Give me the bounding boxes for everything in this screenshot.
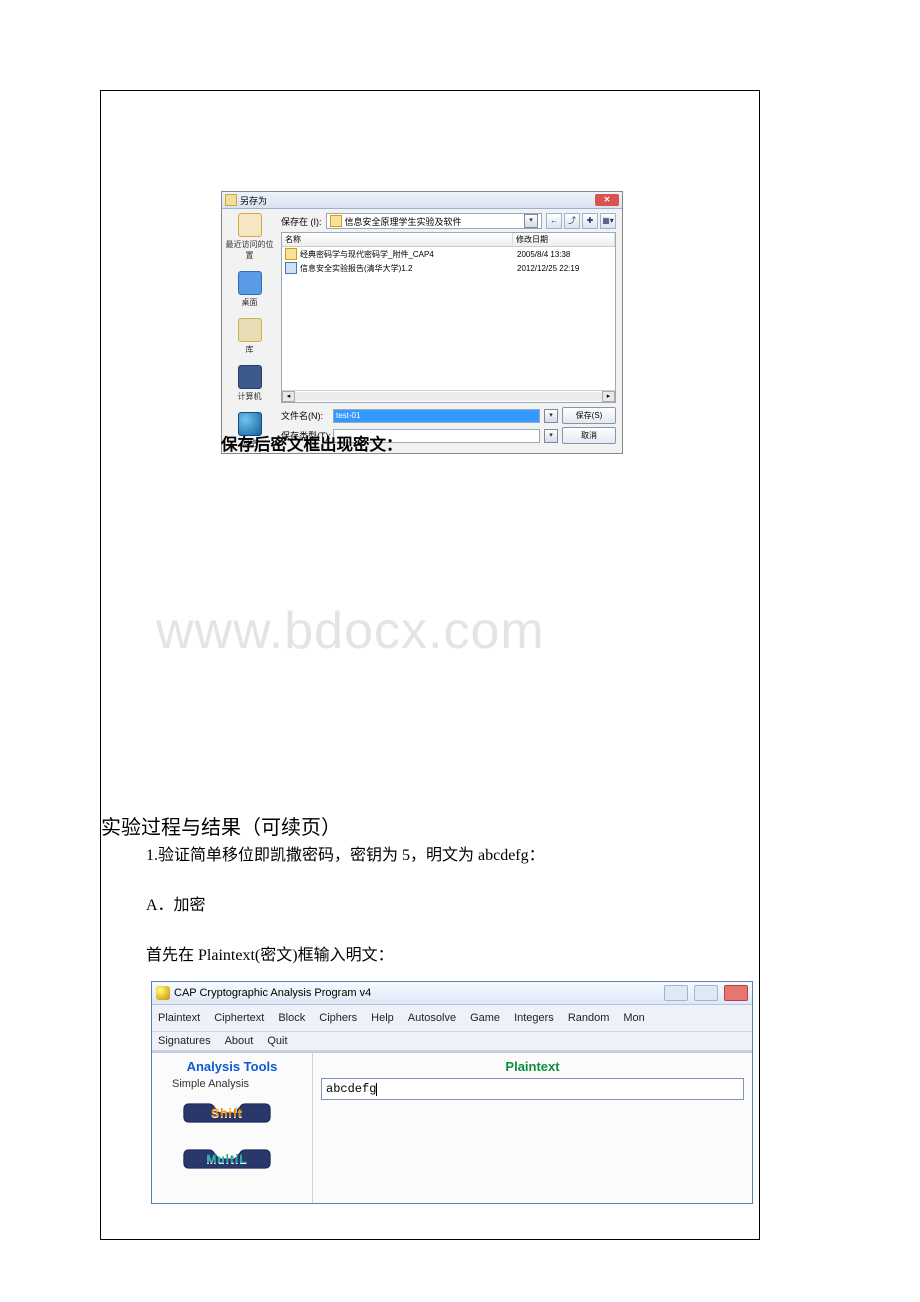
save-button[interactable]: 保存(S) (562, 407, 616, 424)
cap-app-icon (156, 986, 170, 1000)
up-icon[interactable]: ⤴ (564, 213, 580, 229)
p3-a: 首先在 (146, 947, 198, 964)
content-frame: 另存为 ✕ 最近访问的位置 桌面 库 (100, 90, 760, 1240)
save-in-label: 保存在 (I): (281, 215, 322, 228)
p3-b: Plaintext( (198, 947, 260, 964)
filename-input[interactable]: test-01 (333, 409, 540, 423)
place-recent[interactable]: 最近访问的位置 (222, 213, 277, 261)
dialog-titlebar[interactable]: 另存为 ✕ (222, 192, 622, 209)
chevron-down-icon[interactable]: ▾ (524, 214, 538, 228)
app-icon (225, 194, 237, 206)
paragraph-2: A．加密 (146, 891, 206, 915)
chevron-down-icon[interactable]: ▾ (544, 429, 558, 443)
file-date: 2005/8/4 13:38 (517, 250, 612, 259)
dialog-title: 另存为 (240, 194, 267, 207)
paragraph-1: 1.验证简单移位即凯撒密码，密钥为 5，明文为 abcdefg： (146, 841, 545, 865)
menu-random[interactable]: Random (568, 1012, 610, 1024)
computer-icon (238, 365, 262, 389)
chevron-down-icon[interactable]: ▾ (544, 409, 558, 423)
place-computer[interactable]: 计算机 (238, 365, 262, 402)
cancel-button[interactable]: 取消 (562, 427, 616, 444)
place-desktop[interactable]: 桌面 (238, 271, 262, 308)
file-name: 信息安全实验报告(清华大学)1.2 (300, 263, 517, 274)
file-date: 2012/12/25 22:19 (517, 264, 612, 273)
document-icon (285, 262, 297, 274)
scroll-right-icon[interactable]: ▸ (602, 391, 615, 402)
section-title: 实验过程与结果（可续页） (101, 811, 341, 840)
shift-button-label: Shift (182, 1102, 272, 1124)
minimize-icon[interactable] (664, 985, 688, 1001)
save-in-value: 信息安全原理学生实验及软件 (345, 215, 525, 228)
paragraph-3: 首先在 Plaintext(密文)框输入明文： (146, 941, 394, 965)
close-icon[interactable]: ✕ (595, 194, 619, 206)
new-folder-icon[interactable]: ✚ (582, 213, 598, 229)
place-library[interactable]: 库 (238, 318, 262, 355)
views-icon[interactable]: ▦▾ (600, 213, 616, 229)
menu-autosolve[interactable]: Autosolve (408, 1012, 456, 1024)
file-list[interactable]: 名称 修改日期 经典密码学与现代密码学_附件_CAP4 2005/8/4 13:… (281, 232, 616, 403)
p3-d: )框输入明文： (292, 947, 393, 964)
recent-icon (238, 213, 262, 237)
place-label: 最近访问的位置 (222, 239, 277, 261)
analysis-tools-title: Analysis Tools (152, 1053, 312, 1076)
cap-menu-bar-2: Signatures About Quit (152, 1032, 752, 1051)
menu-plaintext[interactable]: Plaintext (158, 1012, 200, 1024)
list-number: 1. (146, 847, 158, 864)
plaintext-title: Plaintext (313, 1053, 752, 1078)
p3-c: 密文 (260, 947, 292, 964)
text-cursor (376, 1083, 377, 1096)
col-date[interactable]: 修改日期 (513, 233, 615, 246)
places-bar: 最近访问的位置 桌面 库 计算机 (222, 209, 277, 453)
cap-window: CAP Cryptographic Analysis Program v4 Pl… (151, 981, 753, 1204)
save-in-combo[interactable]: 信息安全原理学生实验及软件 ▾ (326, 213, 543, 229)
scroll-track[interactable] (295, 392, 602, 401)
menu-ciphertext[interactable]: Ciphertext (214, 1012, 264, 1024)
maximize-icon[interactable] (694, 985, 718, 1001)
menu-signatures[interactable]: Signatures (158, 1035, 211, 1047)
filename-label: 文件名(N): (281, 409, 329, 422)
menu-game[interactable]: Game (470, 1012, 500, 1024)
menu-ciphers[interactable]: Ciphers (319, 1012, 357, 1024)
menu-about[interactable]: About (225, 1035, 254, 1047)
multil-button-label: MultiL (182, 1148, 272, 1170)
group-simple-analysis: Simple Analysis (172, 1078, 312, 1090)
shift-button[interactable]: Shift (182, 1102, 272, 1124)
list-item[interactable]: 信息安全实验报告(清华大学)1.2 2012/12/25 22:19 (282, 261, 615, 275)
menu-help[interactable]: Help (371, 1012, 394, 1024)
file-name: 经典密码学与现代密码学_附件_CAP4 (300, 249, 517, 260)
plaintext-input[interactable]: abcdefg (321, 1078, 744, 1100)
plaintext-value: abcdefg (326, 1082, 376, 1096)
close-icon[interactable] (724, 985, 748, 1001)
folder-icon (330, 215, 342, 227)
multil-button[interactable]: MultiL (182, 1148, 272, 1170)
place-label: 桌面 (242, 297, 258, 308)
watermark: www.bdocx.com (156, 601, 545, 661)
cap-titlebar[interactable]: CAP Cryptographic Analysis Program v4 (152, 982, 752, 1005)
plaintext-panel: Plaintext abcdefg (313, 1053, 752, 1203)
menu-block[interactable]: Block (278, 1012, 305, 1024)
place-label: 库 (246, 344, 254, 355)
scroll-left-icon[interactable]: ◂ (282, 391, 295, 402)
menu-integers[interactable]: Integers (514, 1012, 554, 1024)
save-as-dialog: 另存为 ✕ 最近访问的位置 桌面 库 (221, 191, 623, 454)
menu-quit[interactable]: Quit (267, 1035, 287, 1047)
caption-after-save: 保存后密文框出现密文： (221, 431, 403, 455)
desktop-icon (238, 271, 262, 295)
folder-icon (285, 248, 297, 260)
list-header: 名称 修改日期 (282, 233, 615, 247)
paragraph-1-body: 验证简单移位即凯撒密码，密钥为 5，明文为 abcdefg： (158, 847, 545, 864)
h-scrollbar[interactable]: ◂ ▸ (282, 390, 615, 402)
place-label: 计算机 (238, 391, 262, 402)
menu-mon[interactable]: Mon (623, 1012, 644, 1024)
cap-menu-bar: Plaintext Ciphertext Block Ciphers Help … (152, 1005, 752, 1032)
cap-title-text: CAP Cryptographic Analysis Program v4 (174, 987, 371, 999)
analysis-tools-panel: Analysis Tools Simple Analysis Shift Mul… (152, 1053, 313, 1203)
page: 另存为 ✕ 最近访问的位置 桌面 库 (0, 0, 920, 1302)
library-icon (238, 318, 262, 342)
list-item[interactable]: 经典密码学与现代密码学_附件_CAP4 2005/8/4 13:38 (282, 247, 615, 261)
back-icon[interactable]: ← (546, 213, 562, 229)
col-name[interactable]: 名称 (282, 233, 513, 246)
